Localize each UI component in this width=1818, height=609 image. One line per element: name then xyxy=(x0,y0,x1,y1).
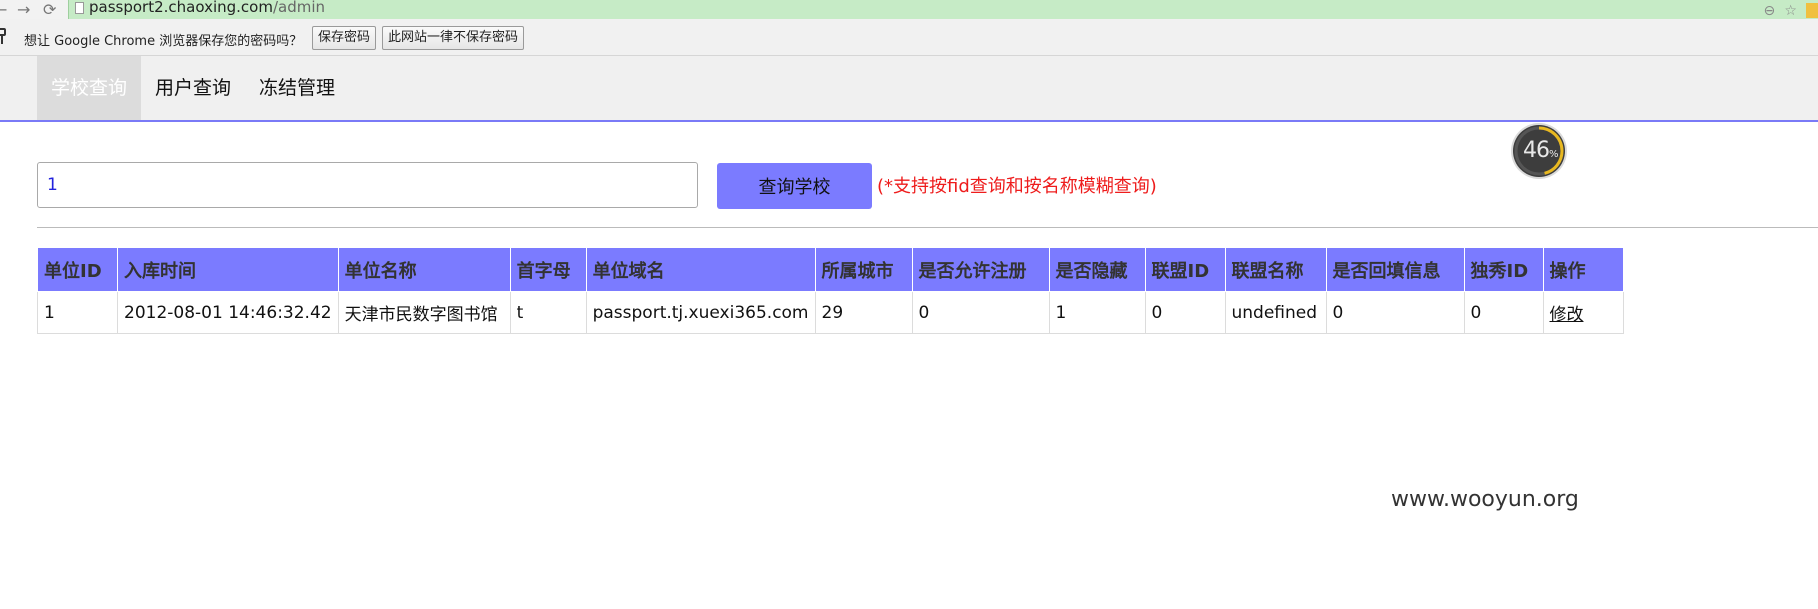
column-header: 首字母 xyxy=(509,247,587,292)
extension-icon[interactable] xyxy=(1806,3,1818,18)
column-header: 单位名称 xyxy=(337,247,511,292)
table-cell: 0 xyxy=(1463,291,1544,334)
progress-value: 46% xyxy=(1523,138,1558,163)
column-header: 单位域名 xyxy=(585,247,816,292)
column-header: 是否回填信息 xyxy=(1325,247,1465,292)
url-host: passport2.chaoxing.com xyxy=(89,0,273,16)
table-cell: 0 xyxy=(1325,291,1465,334)
table-cell: undefined xyxy=(1224,291,1327,334)
never-save-password-button[interactable]: 此网站一律不保存密码 xyxy=(382,26,525,50)
column-header: 是否允许注册 xyxy=(911,247,1050,292)
browser-toolbar: ← → ⟳ passport2.chaoxing.com/admin ⊖ ☆ xyxy=(0,0,1818,19)
table-cell: 1 xyxy=(1048,291,1146,334)
divider xyxy=(37,227,1818,228)
table-row: 1 2012-08-01 14:46:32.42 天津市民数字图书馆 t pas… xyxy=(37,291,1624,334)
tab-user-query[interactable]: 用户查询 xyxy=(141,56,245,120)
results-table: 单位ID 入库时间 单位名称 首字母 单位域名 所属城市 是否允许注册 是否隐藏… xyxy=(37,247,1624,334)
table-cell: passport.tj.xuexi365.com xyxy=(585,291,816,334)
table-cell: 0 xyxy=(911,291,1050,334)
column-header: 联盟名称 xyxy=(1224,247,1327,292)
search-hint: (*支持按fid查询和按名称模糊查询) xyxy=(877,176,1157,197)
column-header: 单位ID xyxy=(37,247,118,292)
save-password-button[interactable]: 保存密码 xyxy=(312,26,377,50)
progress-widget[interactable]: 46% xyxy=(1513,125,1565,177)
table-cell-action: 修改 xyxy=(1542,291,1624,334)
key-icon xyxy=(0,28,6,44)
page-icon xyxy=(75,2,84,14)
table-cell: t xyxy=(509,291,587,334)
reload-icon[interactable]: ⟳ xyxy=(43,0,56,19)
column-header: 操作 xyxy=(1542,247,1624,292)
table-header-row: 单位ID 入库时间 单位名称 首字母 单位域名 所属城市 是否允许注册 是否隐藏… xyxy=(37,247,1624,292)
table-cell: 1 xyxy=(37,291,118,334)
tab-school-query[interactable]: 学校查询 xyxy=(37,56,141,120)
column-header: 入库时间 xyxy=(117,247,339,292)
password-infobar: 想让 Google Chrome 浏览器保存您的密码吗？ 保存密码 此网站一律不… xyxy=(0,19,1818,56)
column-header: 联盟ID xyxy=(1144,247,1226,292)
column-header: 所属城市 xyxy=(814,247,913,292)
forward-arrow-icon[interactable]: → xyxy=(17,0,30,19)
watermark: www.wooyun.org xyxy=(1391,487,1579,512)
top-nav: 学校查询 用户查询 冻结管理 xyxy=(0,56,1818,122)
search-school-button[interactable]: 查询学校 xyxy=(717,163,872,209)
tab-freeze-management[interactable]: 冻结管理 xyxy=(245,56,349,120)
address-bar[interactable]: passport2.chaoxing.com/admin ⊖ ☆ xyxy=(68,0,1818,19)
back-arrow-icon[interactable]: ← xyxy=(0,0,7,19)
table-cell: 2012-08-01 14:46:32.42 xyxy=(117,291,339,334)
progress-unit: % xyxy=(1549,149,1558,160)
column-header: 是否隐藏 xyxy=(1048,247,1146,292)
column-header: 独秀ID xyxy=(1463,247,1544,292)
edit-link[interactable]: 修改 xyxy=(1550,305,1584,325)
url-text[interactable]: passport2.chaoxing.com/admin xyxy=(89,0,325,17)
url-path: /admin xyxy=(272,0,326,16)
infobar-message: 想让 Google Chrome 浏览器保存您的密码吗？ xyxy=(24,34,303,49)
table-cell: 0 xyxy=(1144,291,1226,334)
search-input[interactable] xyxy=(37,162,698,208)
table-cell: 29 xyxy=(814,291,913,334)
progress-number: 46 xyxy=(1523,138,1550,163)
table-cell: 天津市民数字图书馆 xyxy=(337,291,511,334)
